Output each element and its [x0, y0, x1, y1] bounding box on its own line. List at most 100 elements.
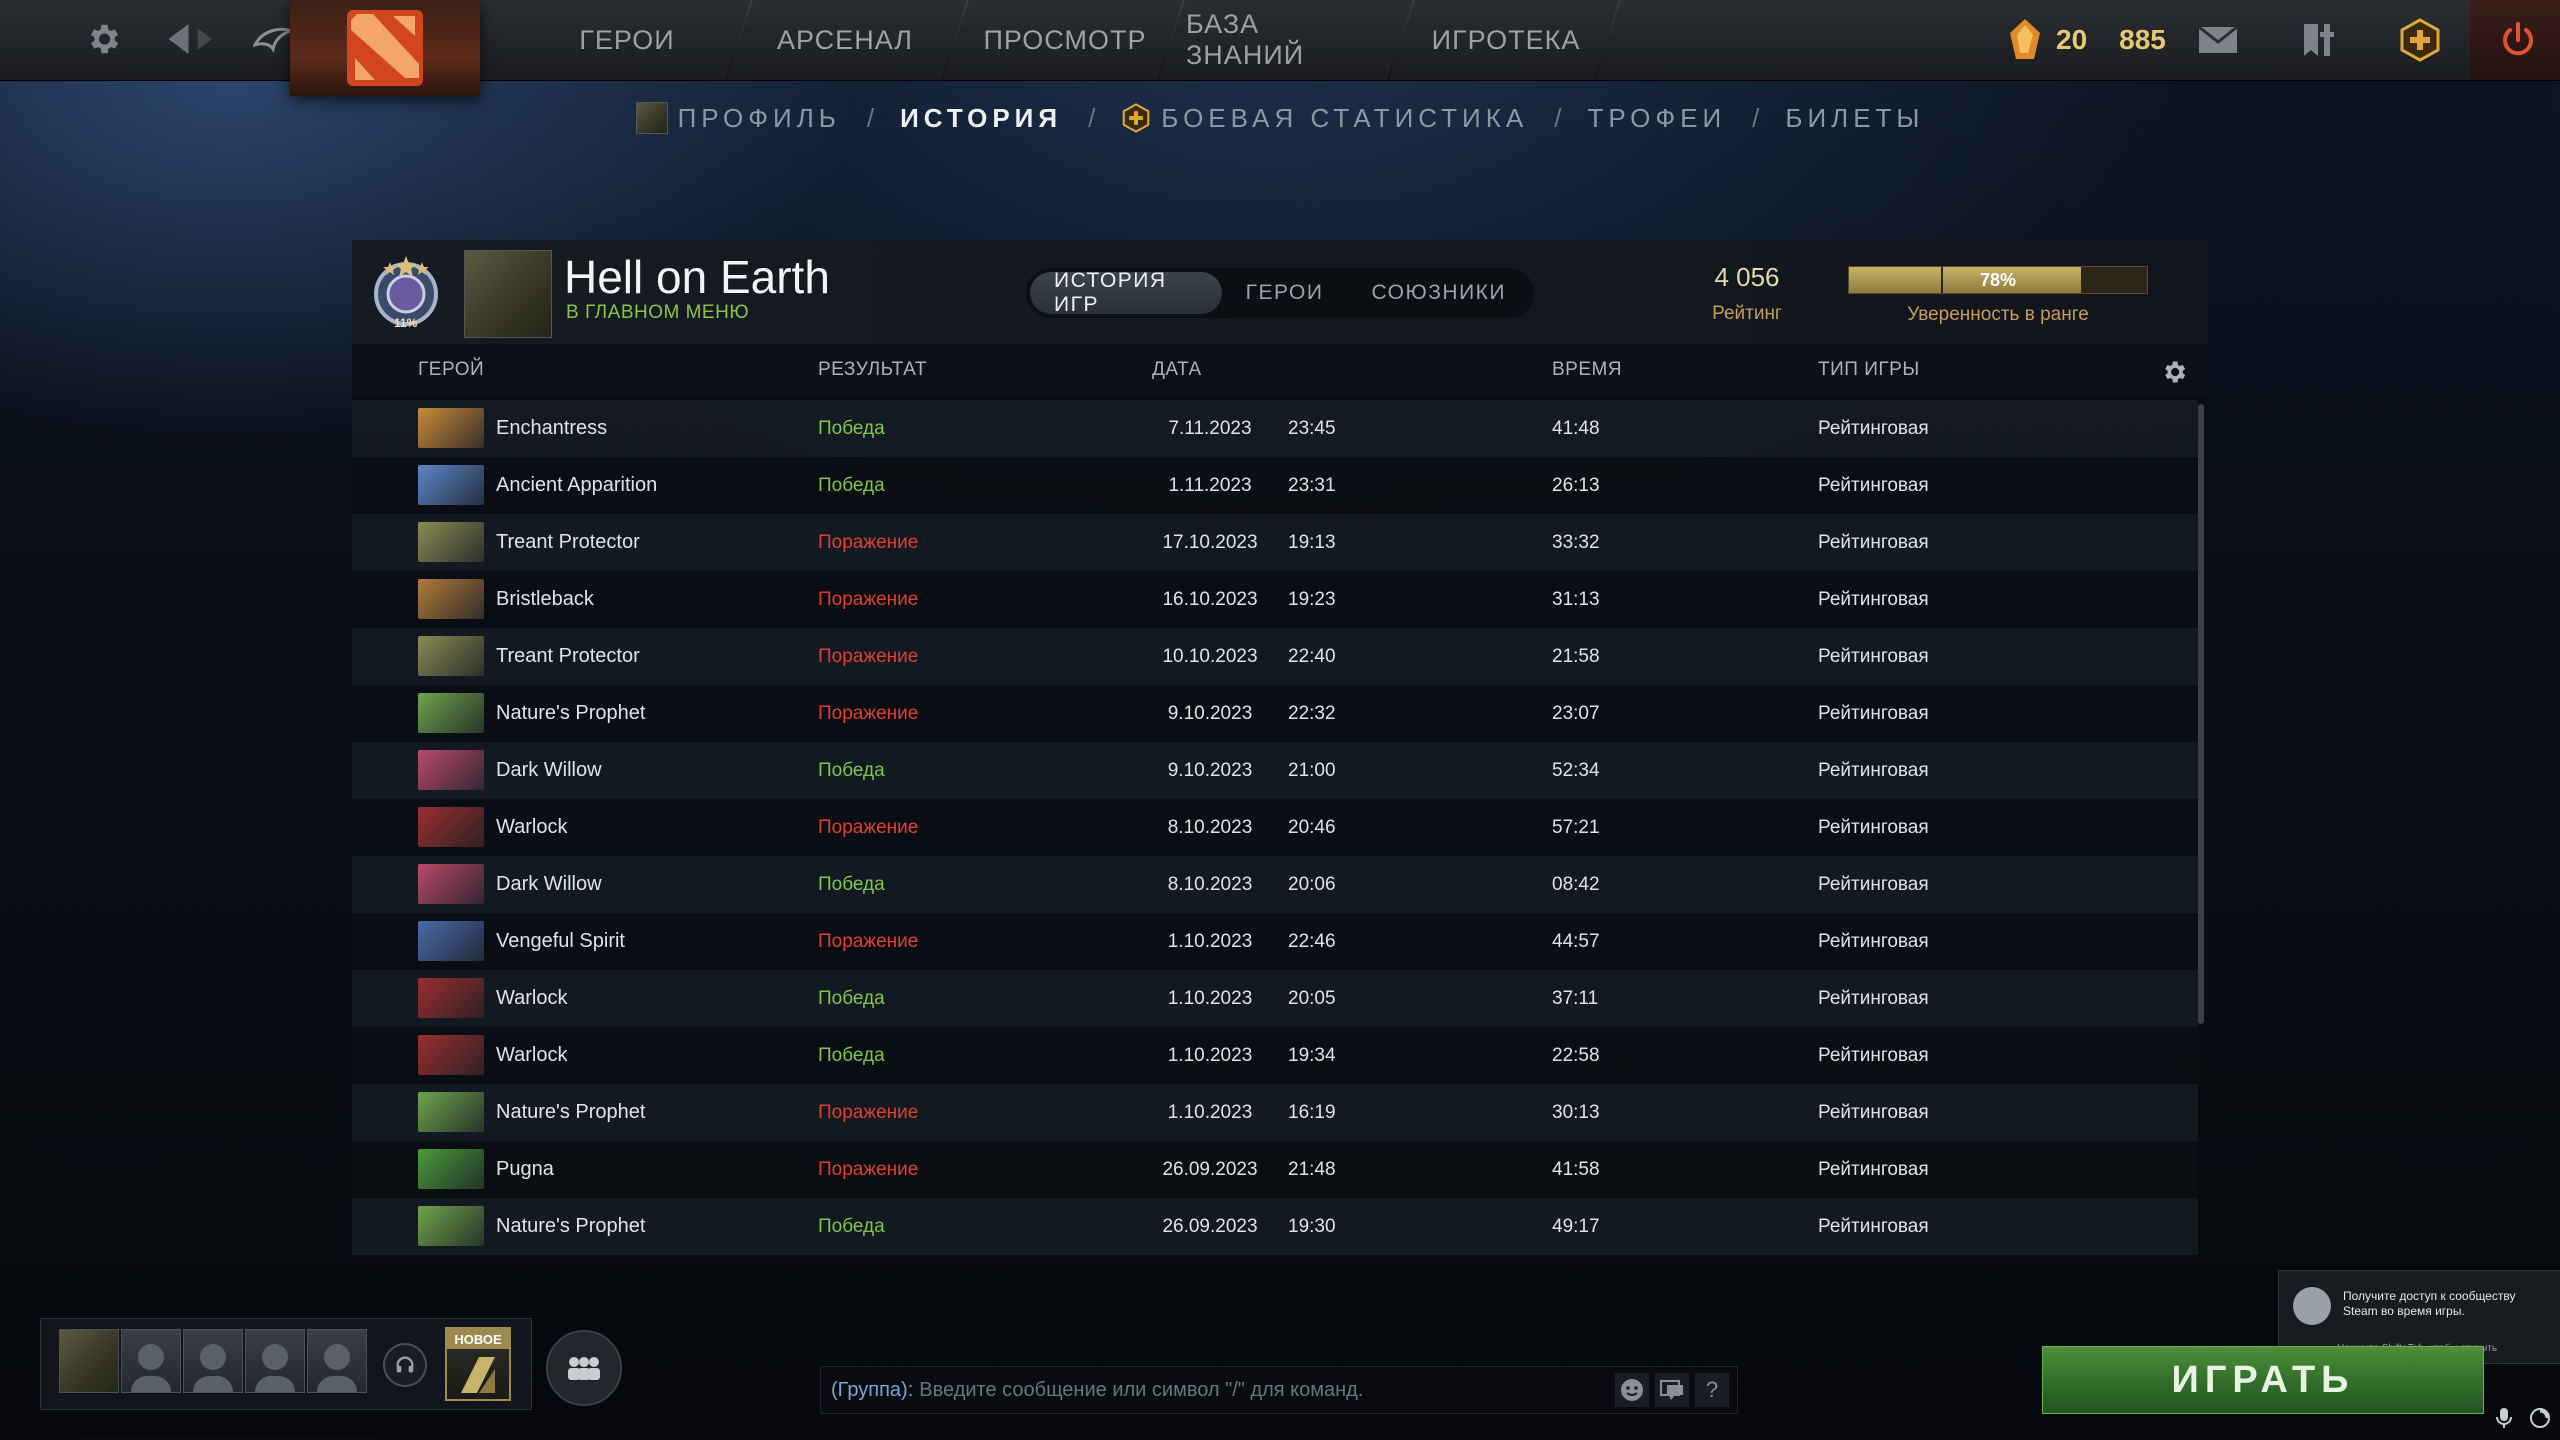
match-row[interactable]: Nature's Prophet Поражение 9.10.2023 22:32 2… [352, 685, 2198, 742]
forward-arrow-icon[interactable] [188, 16, 218, 62]
subnav-stats[interactable]: БОЕВАЯ СТАТИСТИКА [1121, 103, 1528, 134]
nav-learn[interactable]: БАЗА ЗНАНИЙ [1186, 0, 1382, 80]
subnav-trophies[interactable]: ТРОФЕИ [1587, 103, 1726, 134]
hero-portrait [418, 1149, 484, 1189]
player-name: Hell on Earth [564, 251, 830, 303]
subnav-separator: / [1554, 102, 1562, 133]
match-mode: Рейтинговая [1818, 873, 1929, 895]
match-date: 16.10.2023 [1162, 588, 1258, 610]
tab-allies[interactable]: СОЮЗНИКИ [1347, 272, 1530, 314]
chat-wheel-icon[interactable] [1655, 1373, 1689, 1407]
party-slot-empty[interactable] [307, 1329, 367, 1393]
col-date[interactable]: ДАТА [1152, 359, 1202, 381]
steam-notice-text: Получите доступ к сообществу Steam во вр… [2343, 1289, 2516, 1318]
exit-button[interactable] [2470, 0, 2560, 80]
match-duration: 49:17 [1552, 1215, 1600, 1237]
chat-placeholder: Введите сообщение или символ "/" для ком… [919, 1378, 1364, 1401]
chat-help-button[interactable]: ? [1695, 1373, 1729, 1407]
settings-gear-icon[interactable] [80, 16, 126, 62]
match-result: Победа [818, 873, 885, 895]
hero-name: Warlock [496, 1044, 568, 1066]
emoticon-icon[interactable] [1615, 1373, 1649, 1407]
subnav-profile[interactable]: ПРОФИЛЬ [635, 102, 841, 134]
mail-button[interactable] [2170, 0, 2266, 80]
nav-divider [1387, 0, 1415, 80]
match-row[interactable]: Treant Protector Поражение 10.10.2023 22:40… [352, 628, 2198, 685]
col-duration[interactable]: ВРЕМЯ [1552, 359, 1622, 381]
match-row[interactable]: Bristleback Поражение 16.10.2023 19:23 31:13… [352, 571, 2198, 628]
steam-icon [2293, 1287, 2331, 1325]
find-group-button[interactable] [546, 1330, 622, 1406]
chat-channel[interactable]: (Группа): [831, 1379, 913, 1402]
match-row[interactable]: Enchantress Победа 7.11.2023 23:45 41:48 Рейт… [352, 400, 2198, 457]
nav-arcade[interactable]: ИГРОТЕКА [1426, 0, 1586, 80]
match-row[interactable]: Vengeful Spirit Поражение 1.10.2023 22:46 44… [352, 913, 2198, 970]
tab-heroes[interactable]: ГЕРОИ [1222, 272, 1348, 314]
play-button[interactable]: ИГРАТЬ [2042, 1346, 2484, 1414]
hero-name: Ancient Apparition [496, 474, 658, 496]
match-row[interactable]: Warlock Поражение 8.10.2023 20:46 57:21 Рейти… [352, 799, 2198, 856]
subnav-separator: / [866, 102, 875, 133]
hero-portrait [418, 978, 484, 1018]
nav-arsenal[interactable]: АРСЕНАЛ [770, 0, 920, 80]
group-icon [568, 1357, 600, 1380]
dota-plus-button[interactable] [2372, 0, 2468, 80]
match-row[interactable]: Warlock Победа 1.10.2023 20:05 37:11 Рейтинго… [352, 970, 2198, 1027]
match-duration: 41:58 [1552, 1158, 1600, 1180]
currency-display[interactable]: 20 885 [2008, 10, 2166, 70]
player-avatar[interactable] [464, 250, 552, 338]
match-row[interactable]: Dark Willow Победа 9.10.2023 21:00 52:34 Рейт… [352, 742, 2198, 799]
match-date: 10.10.2023 [1162, 645, 1258, 667]
subnav-history[interactable]: ИСТОРИЯ [900, 103, 1062, 134]
chat-input[interactable]: (Группа): Введите сообщение или символ "… [820, 1366, 1738, 1414]
match-row[interactable]: Nature's Prophet Поражение 1.10.2023 16:19 3… [352, 1084, 2198, 1141]
match-time: 23:31 [1288, 474, 1336, 496]
subnav-tickets[interactable]: БИЛЕТЫ [1785, 103, 1924, 134]
dota-logo[interactable] [290, 0, 480, 96]
match-duration: 22:58 [1552, 1044, 1600, 1066]
new-event-badge[interactable]: НОВОЕ [445, 1327, 511, 1401]
match-result: Поражение [818, 1158, 919, 1180]
scrollbar[interactable] [2198, 404, 2204, 1024]
match-result: Поражение [818, 816, 919, 838]
party-slot-empty[interactable] [245, 1329, 305, 1393]
match-row[interactable]: Treant Protector Поражение 17.10.2023 19:13… [352, 514, 2198, 571]
armory-button[interactable] [2272, 0, 2368, 80]
subnav-separator: / [1088, 102, 1096, 133]
tab-match-history[interactable]: ИСТОРИЯ ИГР [1030, 269, 1222, 316]
col-hero[interactable]: ГЕРОЙ [418, 359, 484, 381]
rank-medal[interactable]: 11% [362, 250, 450, 334]
nav-heroes[interactable]: ГЕРОИ [552, 0, 702, 80]
party-slot-self[interactable] [59, 1329, 119, 1393]
hero-name: Nature's Prophet [496, 702, 646, 724]
hero-portrait [418, 750, 484, 790]
match-row[interactable]: Dark Willow Победа 8.10.2023 20:06 08:42 Рейт… [352, 856, 2198, 913]
microphone-icon[interactable] [2490, 1404, 2518, 1432]
connection-status-icon[interactable] [2526, 1404, 2554, 1432]
nav-divider [725, 0, 753, 80]
match-row[interactable]: Nature's Prophet Победа 26.09.2023 19:30 49:… [352, 1198, 2198, 1255]
match-row[interactable]: Warlock Победа 1.10.2023 19:34 22:58 Рейтинго… [352, 1027, 2198, 1084]
party-slot-empty[interactable] [121, 1329, 181, 1393]
rating-block: 4 056 Рейтинг [1692, 262, 1802, 325]
match-time: 19:30 [1288, 1215, 1336, 1237]
nav-watch[interactable]: ПРОСМОТР [980, 0, 1150, 80]
hero-portrait [418, 807, 484, 847]
voice-headset-icon[interactable] [383, 1343, 427, 1387]
hero-portrait [418, 408, 484, 448]
subnav-profile-label: ПРОФИЛЬ [677, 102, 841, 133]
match-time: 19:23 [1288, 588, 1336, 610]
col-result[interactable]: РЕЗУЛЬТАТ [818, 359, 927, 381]
dota-logo-icon [347, 10, 423, 86]
match-result: Победа [818, 759, 885, 781]
table-settings-gear-icon[interactable] [2160, 358, 2188, 391]
match-row[interactable]: Pugna Поражение 26.09.2023 21:48 41:58 Рейтин… [352, 1141, 2198, 1198]
profile-avatar-icon [635, 102, 668, 134]
match-row[interactable]: Ancient Apparition Победа 1.11.2023 23:31 26… [352, 457, 2198, 514]
match-result: Победа [818, 417, 885, 439]
history-tabs: ИСТОРИЯ ИГР ГЕРОИ СОЮЗНИКИ [1026, 268, 1534, 318]
match-mode: Рейтинговая [1818, 531, 1929, 553]
party-slot-empty[interactable] [183, 1329, 243, 1393]
match-time: 20:06 [1288, 873, 1336, 895]
col-mode[interactable]: ТИП ИГРЫ [1818, 359, 1920, 381]
